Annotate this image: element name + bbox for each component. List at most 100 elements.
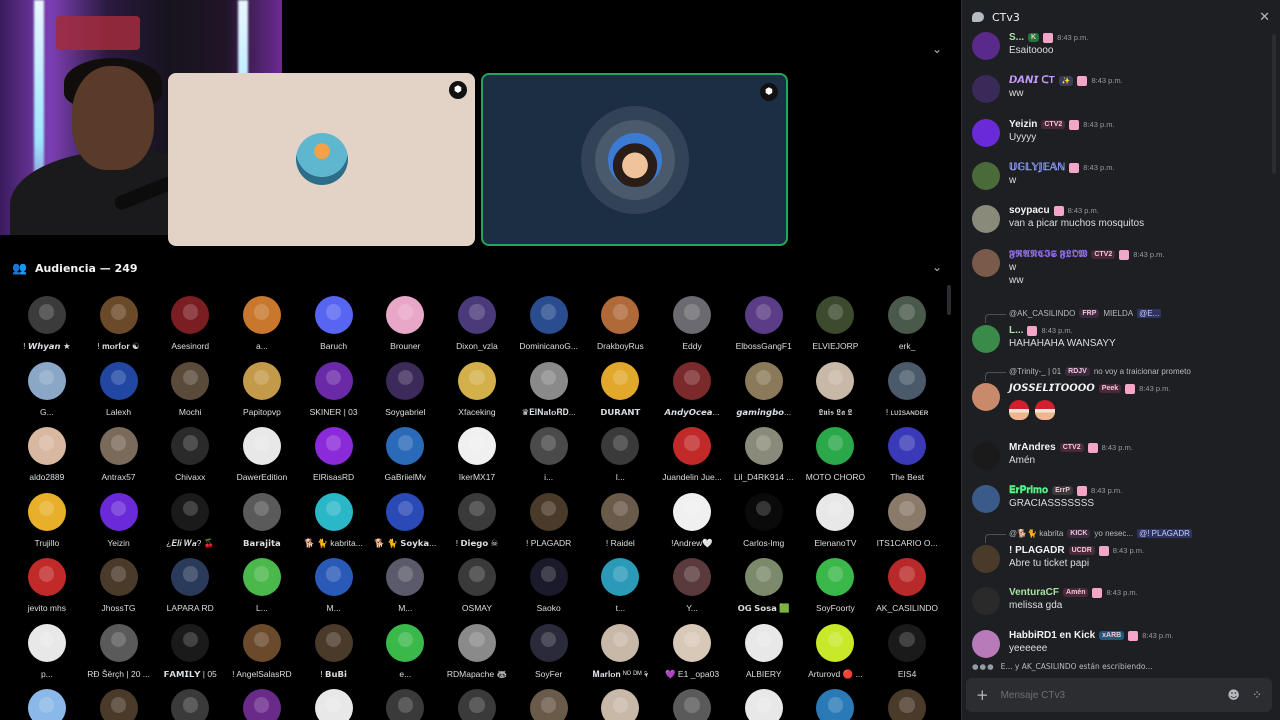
audience-member[interactable]: Juandelin Jue... bbox=[656, 427, 728, 493]
audience-member[interactable]: ! 𝗕𝘂𝗕𝗶 bbox=[298, 623, 370, 690]
audience-member[interactable]: ! Raidel bbox=[585, 492, 657, 559]
audience-member[interactable]: SoyFoorty bbox=[800, 558, 872, 624]
audience-member[interactable]: DrakboyRus bbox=[585, 296, 657, 362]
author-name[interactable]: 𝙅𝙊𝙎𝙎𝙀𝙇𝙄𝙏𝙊𝙊𝙊𝙊 bbox=[1009, 383, 1095, 394]
author-name[interactable]: MrAndres bbox=[1009, 442, 1056, 453]
audience-member[interactable]: Baruch bbox=[298, 296, 370, 362]
audience-member[interactable]: ! AngelSalasRD bbox=[226, 623, 298, 690]
avatar[interactable] bbox=[972, 383, 1000, 411]
reply-preview[interactable]: @AK_CASILINDO FRP MIELDA @E... bbox=[984, 309, 1162, 323]
stage-collapse-chevron-icon[interactable]: ⌄ bbox=[928, 40, 946, 58]
audience-member[interactable]: IkerMX17 bbox=[441, 427, 513, 493]
audience-member[interactable] bbox=[441, 689, 513, 720]
audience-member[interactable] bbox=[513, 689, 585, 720]
audience-member[interactable]: OSMAY bbox=[441, 558, 513, 624]
audience-member[interactable]: 🐕 🐈 kabrita... bbox=[298, 492, 370, 559]
author-name[interactable]: HabbiRD1 en Kick bbox=[1009, 630, 1095, 641]
audience-member[interactable]: ! 𝗗𝗶𝗲𝗴𝗼 ☠ bbox=[441, 492, 513, 559]
audience-member[interactable]: Soygabriel bbox=[369, 361, 441, 428]
audience-member[interactable]: p... bbox=[11, 623, 83, 690]
scrollbar[interactable] bbox=[1272, 34, 1276, 174]
audience-member[interactable]: The Best bbox=[871, 427, 943, 493]
author-name[interactable]: Yeizin bbox=[1009, 119, 1037, 130]
audience-member[interactable] bbox=[11, 689, 83, 720]
audience-member[interactable]: ¿𝑬𝒍𝒊 𝑾𝒂? 🍒 bbox=[154, 492, 226, 559]
audience-member[interactable]: DominicanoG... bbox=[513, 296, 585, 362]
audience-member[interactable]: ! 𝙒𝙝𝙮𝙖𝙣 ★ bbox=[11, 296, 83, 362]
audience-member[interactable] bbox=[728, 689, 800, 720]
audience-member[interactable]: RDMapache 🦝 bbox=[441, 623, 513, 690]
scrollbar[interactable] bbox=[947, 285, 951, 315]
audience-member[interactable]: i... bbox=[513, 427, 585, 493]
emoji-icon[interactable]: ☻ bbox=[1227, 688, 1240, 702]
apps-icon[interactable]: ⁘ bbox=[1252, 688, 1262, 702]
audience-member[interactable]: l... bbox=[585, 427, 657, 493]
audience-member[interactable]: t... bbox=[585, 558, 657, 624]
audience-member[interactable]: ElRisasRD bbox=[298, 427, 370, 493]
author-name[interactable]: ! PLAGADR bbox=[1009, 545, 1065, 556]
avatar[interactable] bbox=[972, 442, 1000, 470]
audience-collapse-chevron-icon[interactable]: ⌄ bbox=[928, 258, 946, 276]
audience-member[interactable]: Chivaxx bbox=[154, 427, 226, 493]
audience-member[interactable]: ITS1CARIO O... bbox=[871, 492, 943, 559]
mention[interactable]: @E... bbox=[1137, 309, 1162, 318]
author-name[interactable]: S... bbox=[1009, 32, 1024, 43]
audience-member[interactable] bbox=[800, 689, 872, 720]
audience-member[interactable]: Y... bbox=[656, 558, 728, 624]
audience-member[interactable]: ElenanoTV bbox=[800, 492, 872, 559]
audience-member[interactable]: Saoko bbox=[513, 558, 585, 624]
audience-member[interactable]: Eddy bbox=[656, 296, 728, 362]
avatar[interactable] bbox=[972, 249, 1000, 277]
audience-member[interactable]: Lil_D4RK914 ... bbox=[728, 427, 800, 493]
avatar[interactable] bbox=[972, 485, 1000, 513]
audience-member[interactable]: RĐ Šërçh | 20 ... bbox=[83, 623, 155, 690]
avatar[interactable] bbox=[972, 162, 1000, 190]
audience-member[interactable] bbox=[656, 689, 728, 720]
avatar[interactable] bbox=[972, 32, 1000, 60]
speaker-tile-speaking[interactable]: ⬢ bbox=[481, 73, 788, 246]
audience-member[interactable]: ! ʟᴜɪsᴀɴᴅᴇʀ bbox=[871, 361, 943, 428]
audience-member[interactable]: 𝗢𝗚 𝗦𝗼𝘀𝗮 🟩 bbox=[728, 558, 800, 624]
mention[interactable]: @! PLAGADR bbox=[1137, 529, 1192, 538]
audience-member[interactable]: 𝙜𝙖𝙢𝙞𝙣𝙜𝙗𝙤... bbox=[728, 361, 800, 428]
avatar[interactable] bbox=[972, 325, 1000, 353]
audience-member[interactable]: Trujillo bbox=[11, 492, 83, 559]
audience-member[interactable]: DawerEdition bbox=[226, 427, 298, 493]
audience-member[interactable]: Yeizin bbox=[83, 492, 155, 559]
audience-member[interactable] bbox=[226, 689, 298, 720]
audience-member[interactable]: 𝘼𝙣𝙙𝙮𝙊𝙘𝙚𝙖... bbox=[656, 361, 728, 428]
author-name[interactable]: L... bbox=[1009, 325, 1023, 336]
audience-member[interactable]: Xfaceking bbox=[441, 361, 513, 428]
audience-member[interactable]: 𝐌𝐚𝐫𝐥𝐨𝐧 ᴺᴼ ᴰᴹ ⚘ bbox=[585, 623, 657, 690]
audience-member[interactable]: ! 𝐦𝐨𝐫𝐟𝐨𝐫 ☯ bbox=[83, 296, 155, 362]
audience-member[interactable]: 𝗙𝗔𝗠𝗜𝗟𝗬 | 05 bbox=[154, 623, 226, 690]
message-input[interactable] bbox=[1000, 689, 1216, 701]
author-name[interactable]: VenturaCF bbox=[1009, 587, 1059, 598]
audience-member[interactable]: Dixon_vzla bbox=[441, 296, 513, 362]
audience-member[interactable]: 𝗕𝗮𝗿𝗮𝗷𝗶𝘁𝗮 bbox=[226, 492, 298, 559]
audience-member[interactable] bbox=[298, 689, 370, 720]
audience-member[interactable]: M... bbox=[298, 558, 370, 624]
avatar[interactable] bbox=[972, 545, 1000, 573]
audience-member[interactable]: EIS4 bbox=[871, 623, 943, 690]
avatar[interactable] bbox=[972, 75, 1000, 103]
audience-member[interactable] bbox=[871, 689, 943, 720]
audience-member[interactable]: Carlos-lmg bbox=[728, 492, 800, 559]
avatar[interactable] bbox=[972, 119, 1000, 147]
author-name[interactable]: 𝘿𝘼𝙉𝙄 ᑕT bbox=[1009, 75, 1055, 86]
audience-member[interactable] bbox=[83, 689, 155, 720]
audience-member[interactable]: Mochi bbox=[154, 361, 226, 428]
audience-member[interactable]: jevito mhs bbox=[11, 558, 83, 624]
audience-member[interactable] bbox=[369, 689, 441, 720]
author-name[interactable]: 𝕱𝕽𝕬𝕹𝕮𝕴𝕾 𝕱𝕷𝕺𝖂 bbox=[1009, 249, 1087, 260]
audience-member[interactable]: erk_ bbox=[871, 296, 943, 362]
audience-member[interactable] bbox=[585, 689, 657, 720]
audience-member[interactable]: ALBIERY bbox=[728, 623, 800, 690]
reply-preview[interactable]: @Trinity-_ | 01 RDJV no voy a traicionar p… bbox=[985, 367, 1191, 381]
plus-icon[interactable]: + bbox=[976, 686, 989, 704]
audience-member[interactable]: ! PLAGADR bbox=[513, 492, 585, 559]
audience-member[interactable]: 🐕 🐈 𝗦𝗼𝘆𝗸𝗮... bbox=[369, 492, 441, 559]
audience-member[interactable]: ELVIEJORP bbox=[800, 296, 872, 362]
audience-member[interactable]: ElbossGangF1 bbox=[728, 296, 800, 362]
audience-member[interactable]: 𝕷𝖚𝖎𝖘 𝕷𝖆 𝕷 bbox=[800, 361, 872, 428]
